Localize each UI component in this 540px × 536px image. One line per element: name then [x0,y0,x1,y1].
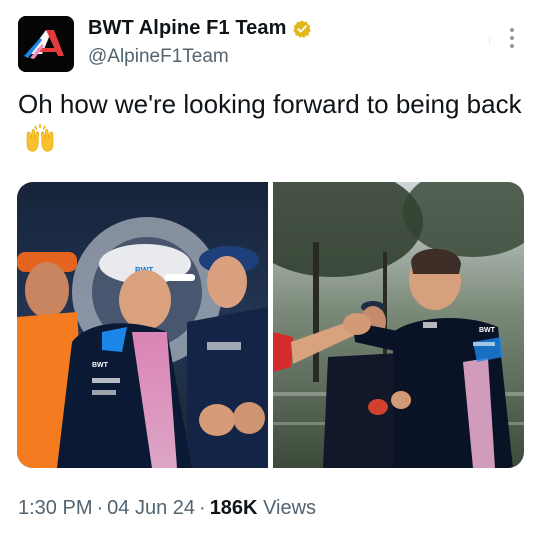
raising-hands-emoji-icon [24,123,56,162]
tweet-text-body: Oh how we're looking forward to being ba… [18,89,522,119]
photo-drivers-handshake[interactable]: BWT BWT [17,182,268,468]
media-grid: BWT BWT [17,182,524,468]
meta-separator: · [96,497,104,519]
tweet-card: BWT Alpine F1 Team @AlpineF1Team Oh how … [0,0,540,536]
tweet-meta: 1:30 PM · 04 Jun 24 · 186K Views [18,497,316,520]
tweet-text: Oh how we're looking forward to being ba… [18,86,523,162]
author-name-row: BWT Alpine F1 Team [88,17,312,40]
tweet-time[interactable]: 1:30 PM [18,497,92,519]
more-options-icon[interactable] [503,28,521,50]
views-label: Views [263,497,317,519]
avatar[interactable] [18,16,74,72]
divider [489,37,490,45]
verified-badge-icon[interactable] [292,19,312,39]
views-count: 186K [209,497,258,519]
tweet-date[interactable]: 04 Jun 24 [107,497,195,519]
meta-separator: · [199,497,206,519]
display-name[interactable]: BWT Alpine F1 Team [88,17,286,40]
svg-text:BWT: BWT [479,327,496,334]
photo-team-principal-handshake[interactable]: BWT [273,182,524,468]
alpine-logo-icon [18,16,74,72]
svg-text:BWT: BWT [92,362,109,369]
author-handle[interactable]: @AlpineF1Team [88,46,229,68]
